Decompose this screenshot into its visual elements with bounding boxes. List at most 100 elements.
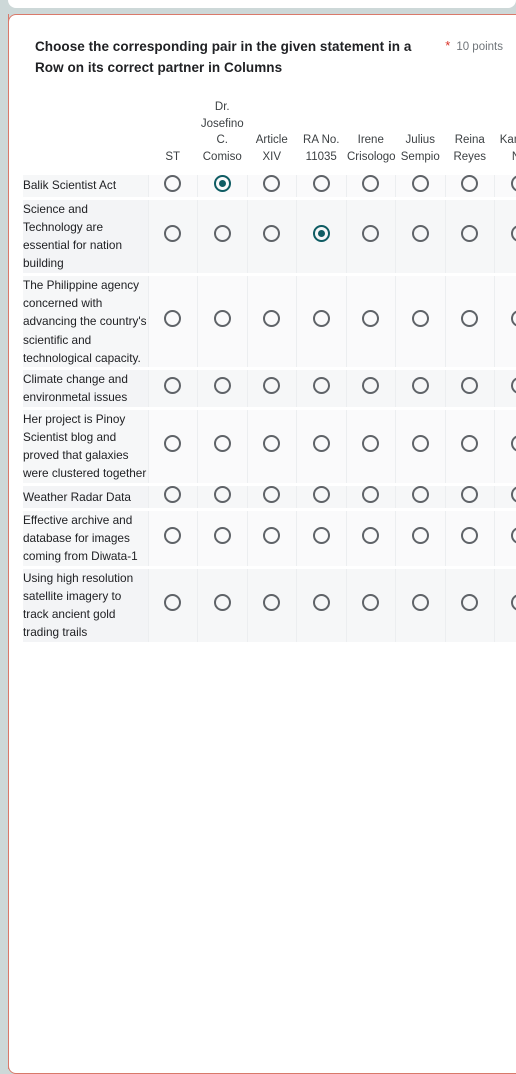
grid-option-cell[interactable] [198, 198, 248, 274]
grid-option-cell[interactable] [445, 509, 495, 567]
radio-button[interactable] [164, 594, 181, 611]
grid-option-cell[interactable] [346, 408, 396, 484]
radio-button[interactable] [214, 377, 231, 394]
radio-button[interactable] [313, 310, 330, 327]
radio-button[interactable] [461, 527, 478, 544]
radio-button[interactable] [511, 527, 516, 544]
grid-option-cell[interactable] [445, 408, 495, 484]
radio-button[interactable] [263, 175, 280, 192]
radio-button[interactable] [313, 435, 330, 452]
grid-option-cell[interactable] [247, 198, 297, 274]
radio-button[interactable] [263, 527, 280, 544]
radio-button[interactable] [362, 486, 379, 503]
radio-button[interactable] [164, 377, 181, 394]
grid-option-cell[interactable] [247, 408, 297, 484]
radio-button[interactable] [362, 527, 379, 544]
grid-option-cell[interactable] [198, 274, 248, 368]
radio-button[interactable] [412, 435, 429, 452]
grid-option-cell[interactable] [396, 643, 446, 645]
radio-button[interactable] [263, 377, 280, 394]
grid-option-cell[interactable] [396, 567, 446, 643]
grid-option-cell[interactable] [148, 408, 198, 484]
radio-button[interactable] [263, 310, 280, 327]
grid-option-cell[interactable] [445, 484, 495, 509]
grid-option-cell[interactable] [198, 643, 248, 645]
grid-option-cell[interactable] [297, 643, 347, 645]
grid-option-cell[interactable] [148, 509, 198, 567]
radio-button[interactable] [412, 175, 429, 192]
radio-button[interactable] [412, 486, 429, 503]
grid-option-cell[interactable] [495, 369, 516, 409]
radio-button[interactable] [164, 175, 181, 192]
radio-button[interactable] [263, 225, 280, 242]
radio-button[interactable] [164, 310, 181, 327]
grid-option-cell[interactable] [396, 198, 446, 274]
radio-button[interactable] [313, 377, 330, 394]
grid-option-cell[interactable] [396, 175, 446, 199]
radio-button[interactable] [412, 377, 429, 394]
radio-button[interactable] [511, 310, 516, 327]
grid-option-cell[interactable] [297, 198, 347, 274]
radio-button[interactable] [362, 377, 379, 394]
radio-button[interactable] [461, 594, 478, 611]
radio-button[interactable] [164, 225, 181, 242]
grid-option-cell[interactable] [297, 408, 347, 484]
grid-option-cell[interactable] [445, 643, 495, 645]
grid-option-cell[interactable] [495, 484, 516, 509]
radio-button[interactable] [313, 527, 330, 544]
grid-option-cell[interactable] [198, 369, 248, 409]
radio-button[interactable] [362, 225, 379, 242]
grid-option-cell[interactable] [495, 198, 516, 274]
grid-option-cell[interactable] [148, 484, 198, 509]
grid-option-cell[interactable] [247, 369, 297, 409]
radio-button[interactable] [461, 486, 478, 503]
radio-button[interactable] [214, 594, 231, 611]
radio-button[interactable] [313, 594, 330, 611]
grid-option-cell[interactable] [247, 567, 297, 643]
radio-button-selected[interactable] [214, 175, 231, 192]
radio-button[interactable] [461, 310, 478, 327]
grid-option-cell[interactable] [198, 509, 248, 567]
grid-option-cell[interactable] [396, 484, 446, 509]
grid-option-cell[interactable] [346, 274, 396, 368]
radio-button[interactable] [362, 310, 379, 327]
grid-option-cell[interactable] [148, 198, 198, 274]
radio-button[interactable] [412, 594, 429, 611]
radio-button[interactable] [511, 435, 516, 452]
radio-button[interactable] [313, 175, 330, 192]
grid-option-cell[interactable] [346, 369, 396, 409]
radio-button[interactable] [214, 527, 231, 544]
grid-option-cell[interactable] [445, 175, 495, 199]
grid-option-cell[interactable] [297, 175, 347, 199]
radio-button[interactable] [511, 486, 516, 503]
radio-button[interactable] [511, 225, 516, 242]
radio-button[interactable] [412, 310, 429, 327]
grid-option-cell[interactable] [445, 198, 495, 274]
grid-option-cell[interactable] [148, 567, 198, 643]
radio-button-selected[interactable] [313, 225, 330, 242]
grid-option-cell[interactable] [247, 643, 297, 645]
radio-button[interactable] [263, 594, 280, 611]
grid-option-cell[interactable] [346, 567, 396, 643]
grid-option-cell[interactable] [148, 274, 198, 368]
grid-option-cell[interactable] [346, 509, 396, 567]
grid-option-cell[interactable] [297, 369, 347, 409]
grid-option-cell[interactable] [247, 274, 297, 368]
grid-option-cell[interactable] [445, 274, 495, 368]
grid-option-cell[interactable] [346, 643, 396, 645]
radio-button[interactable] [362, 594, 379, 611]
radio-button[interactable] [214, 225, 231, 242]
grid-option-cell[interactable] [297, 509, 347, 567]
radio-button[interactable] [263, 486, 280, 503]
grid-option-cell[interactable] [247, 484, 297, 509]
grid-option-cell[interactable] [297, 567, 347, 643]
grid-option-cell[interactable] [495, 274, 516, 368]
radio-button[interactable] [164, 435, 181, 452]
grid-option-cell[interactable] [346, 484, 396, 509]
radio-button[interactable] [214, 486, 231, 503]
grid-option-cell[interactable] [346, 175, 396, 199]
radio-button[interactable] [511, 377, 516, 394]
radio-button[interactable] [214, 310, 231, 327]
grid-option-cell[interactable] [247, 509, 297, 567]
radio-button[interactable] [511, 175, 516, 192]
